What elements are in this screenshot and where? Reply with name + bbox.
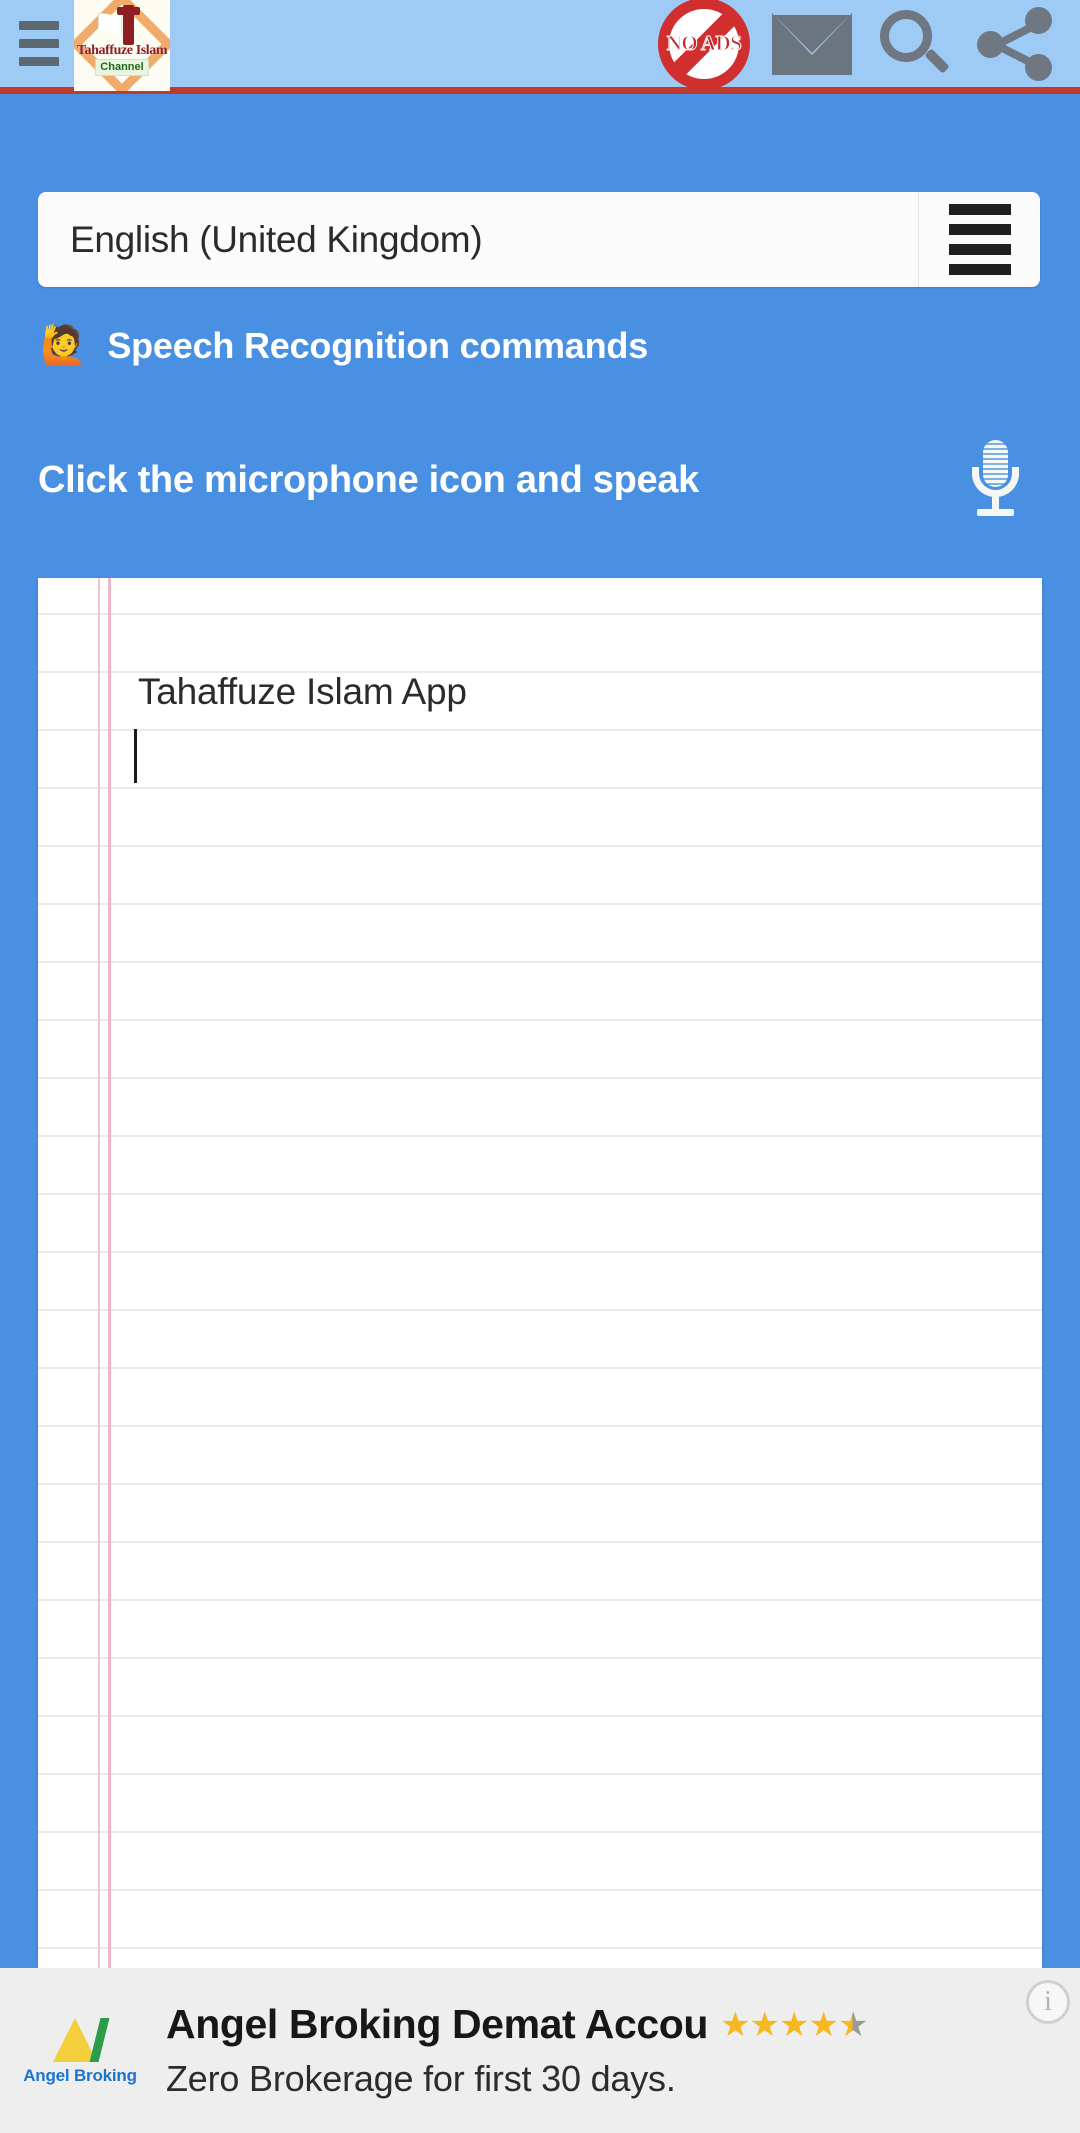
- notepad-rules: [38, 578, 1042, 1968]
- notepad-rule-line: [38, 787, 1042, 789]
- search-handle: [924, 47, 950, 74]
- notepad-rule-line: [38, 1599, 1042, 1601]
- notepad-rule-line: [38, 1425, 1042, 1427]
- notepad-rule-line: [38, 1773, 1042, 1775]
- notepad-rule-line: [38, 961, 1042, 963]
- logo-channel-badge: Channel: [95, 58, 149, 76]
- speak-instruction-row: Click the microphone icon and speak: [38, 440, 1042, 520]
- list-menu-icon[interactable]: [918, 192, 1040, 287]
- speech-commands-label: Speech Recognition commands: [107, 325, 649, 366]
- info-icon[interactable]: i: [1026, 1980, 1070, 2024]
- notepad-rule-line: [38, 1831, 1042, 1833]
- logo-mark-shape: [117, 4, 140, 45]
- language-value[interactable]: English (United Kingdom): [38, 192, 918, 287]
- ad-star-half: ★: [837, 2005, 869, 2044]
- notepad-rule-line: [38, 1019, 1042, 1021]
- speak-instruction-label: Click the microphone icon and speak: [38, 458, 699, 501]
- notepad-rule-line: [38, 1889, 1042, 1891]
- hamburger-bar: [19, 39, 59, 48]
- notepad-rule-line: [38, 613, 1042, 615]
- ad-rating-stars: ★★★★★: [720, 2005, 869, 2044]
- list-menu-bar: [948, 204, 1011, 215]
- app-root: Tahaffuze Islam Channel NO ADS English (…: [0, 0, 1080, 2133]
- logo-brand-text: Tahaffuze Islam: [76, 42, 168, 58]
- share-icon[interactable]: [976, 4, 1060, 84]
- app-logo[interactable]: Tahaffuze Islam Channel: [74, 0, 170, 91]
- hamburger-bar: [19, 57, 59, 66]
- notepad-text: Tahaffuze Islam App: [138, 671, 467, 712]
- hamburger-bar: [19, 21, 59, 30]
- ad-banner[interactable]: Angel Broking Angel Broking Demat Accou …: [0, 1968, 1080, 2133]
- share-node: [1025, 53, 1052, 81]
- language-selector[interactable]: English (United Kingdom): [38, 192, 1040, 287]
- raised-hand-icon: 🙋: [40, 325, 88, 367]
- header-icon-group: NO ADS: [658, 0, 1080, 90]
- ad-body: Angel Broking Demat Accou ★★★★★ Zero Bro…: [160, 2001, 1080, 2100]
- ad-subtitle: Zero Brokerage for first 30 days.: [166, 2058, 676, 2099]
- mail-icon[interactable]: [772, 12, 852, 75]
- notepad-rule-line: [38, 1135, 1042, 1137]
- notepad-margin-line: [108, 578, 111, 1968]
- microphone-icon[interactable]: [966, 440, 1024, 520]
- notepad-rule-line: [38, 1309, 1042, 1311]
- list-menu-bar: [948, 244, 1011, 255]
- speech-commands-row[interactable]: 🙋 Speech Recognition commands: [40, 325, 648, 367]
- ad-stars-full: ★★★★: [720, 2005, 839, 2044]
- notepad-editor[interactable]: Tahaffuze Islam App Start COPY SAVE PUBL…: [38, 578, 1042, 1968]
- share-node: [1025, 6, 1052, 34]
- microphone-base: [977, 509, 1014, 516]
- app-header: Tahaffuze Islam Channel NO ADS: [0, 0, 1080, 94]
- microphone-arc: [972, 467, 1019, 497]
- ad-advertiser-logo: Angel Broking: [0, 1968, 160, 2133]
- ad-title: Angel Broking Demat Accou: [166, 2001, 709, 2047]
- notepad-rule-line: [38, 1251, 1042, 1253]
- search-icon[interactable]: [874, 4, 954, 84]
- text-caret: [134, 729, 137, 783]
- ad-title-row: Angel Broking Demat Accou ★★★★★: [166, 2001, 1080, 2048]
- notepad-rule-line: [38, 845, 1042, 847]
- notepad-rule-line: [38, 1947, 1042, 1949]
- notepad-rule-line: [38, 1657, 1042, 1659]
- ad-advertiser-name: Angel Broking: [23, 2065, 137, 2085]
- notepad-margin-line: [98, 578, 100, 1968]
- no-ads-icon[interactable]: NO ADS: [658, 0, 750, 90]
- notepad-rule-line: [38, 1541, 1042, 1543]
- notepad-rule-line: [38, 903, 1042, 905]
- notepad-rule-line: [38, 1193, 1042, 1195]
- list-menu-bar: [948, 224, 1011, 235]
- search-ring: [880, 9, 932, 62]
- notepad-rule-line: [38, 729, 1042, 731]
- share-node: [977, 30, 1004, 58]
- notepad-rule-line: [38, 1483, 1042, 1485]
- list-menu-bar: [948, 264, 1011, 275]
- logo-inner: Tahaffuze Islam Channel: [74, 0, 170, 91]
- notepad-rule-line: [38, 1077, 1042, 1079]
- notepad-rule-line: [38, 1367, 1042, 1369]
- hamburger-icon[interactable]: [8, 21, 70, 66]
- notepad-rule-line: [38, 1715, 1042, 1717]
- ad-logo-triangle: [53, 2016, 110, 2062]
- no-ads-label: NO ADS: [666, 31, 742, 56]
